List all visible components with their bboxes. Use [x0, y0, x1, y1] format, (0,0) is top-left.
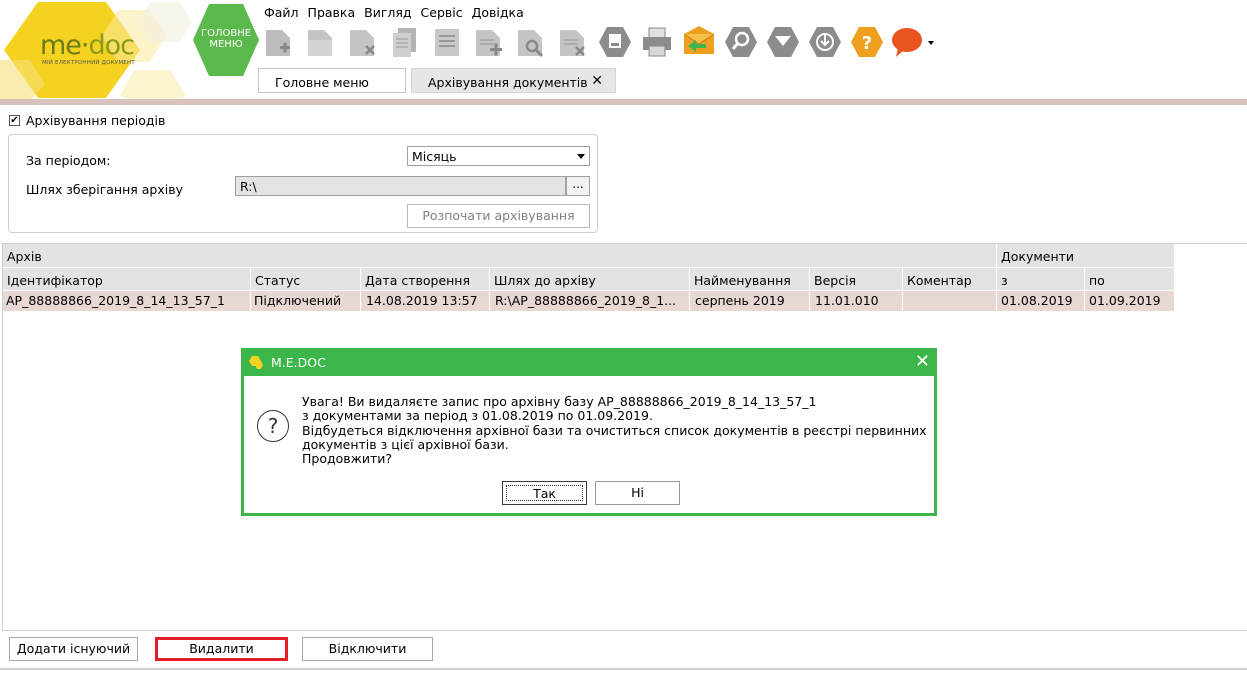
- help-icon[interactable]: ?: [850, 24, 884, 60]
- table-bottom-border: [3, 630, 1247, 631]
- yes-button-label: Так: [506, 485, 583, 501]
- archive-icon[interactable]: [598, 24, 632, 60]
- confirm-delete-dialog: M.E.DOC ✕ ? Увага! Ви видаляєте запис пр…: [241, 348, 937, 516]
- main-menu-label[interactable]: ГОЛОВНЕ МЕНЮ: [193, 28, 259, 50]
- menu-bar: Файл Правка Вигляд Сервіс Довідка: [264, 5, 533, 21]
- search-row-icon[interactable]: [514, 24, 548, 60]
- cell-comment: [903, 291, 997, 311]
- archive-periods-label: Архівування періодів: [26, 113, 166, 128]
- column-header-to[interactable]: по: [1085, 268, 1175, 291]
- dialog-message-line: Увага! Ви видаляєте запис про архівну ба…: [302, 394, 817, 409]
- filter-icon[interactable]: [766, 24, 800, 60]
- disconnect-button[interactable]: Відключити: [302, 637, 433, 661]
- dialog-message-line: з документами за період з 01.08.2019 по …: [302, 408, 653, 424]
- print-icon[interactable]: [640, 24, 674, 60]
- dialog-message-line: Відбудеться відключення архівної бази та…: [302, 422, 927, 438]
- column-header-path[interactable]: Шлях до архіву: [490, 268, 690, 291]
- status-bar-divider: [0, 668, 1247, 670]
- start-archiving-button: Розпочати архівування: [407, 204, 590, 228]
- period-select[interactable]: Місяць: [407, 146, 590, 166]
- archive-periods-checkbox[interactable]: ✔: [9, 115, 20, 126]
- tab-main-menu[interactable]: Головне меню: [258, 68, 406, 93]
- close-icon[interactable]: ✕: [915, 352, 930, 372]
- menu-edit[interactable]: Правка: [308, 5, 356, 21]
- send-icon[interactable]: [682, 24, 716, 60]
- add-existing-button[interactable]: Додати існуючий: [9, 637, 138, 661]
- main-menu-label-line1: ГОЛОВНЕ: [200, 28, 252, 39]
- app-header: me·doc МІЙ ЕЛЕКТРОННИЙ ДОКУМЕНТ ГОЛОВНЕ …: [0, 0, 1247, 105]
- edit-doc-icon[interactable]: [430, 24, 464, 60]
- new-doc-icon[interactable]: [262, 24, 296, 60]
- delete-doc-icon[interactable]: [346, 24, 380, 60]
- cell-status: Підключений: [251, 291, 361, 311]
- chevron-down-icon: [577, 154, 585, 159]
- question-icon: ?: [257, 410, 289, 442]
- add-row-icon[interactable]: [472, 24, 506, 60]
- column-header-version[interactable]: Версія: [810, 268, 903, 291]
- dialog-title: M.E.DOC: [271, 355, 326, 370]
- copy-doc-icon[interactable]: [388, 24, 422, 60]
- find-icon[interactable]: [724, 24, 758, 60]
- close-icon[interactable]: ✕: [591, 73, 603, 89]
- column-group-archive: Архів: [3, 244, 997, 268]
- archive-settings-panel: За періодом: Місяць Шлях зберігання архі…: [8, 134, 598, 233]
- archive-path-input[interactable]: R:\: [235, 176, 566, 196]
- column-header-id[interactable]: Ідентифікатор: [3, 268, 251, 291]
- column-header-created[interactable]: Дата створення: [361, 268, 490, 291]
- menu-view[interactable]: Вигляд: [364, 5, 411, 21]
- delete-row-icon[interactable]: [556, 24, 590, 60]
- menu-service[interactable]: Сервіс: [421, 5, 463, 21]
- cell-created: 14.08.2019 13:57: [361, 291, 490, 311]
- yes-button[interactable]: Так: [502, 481, 587, 505]
- browse-path-button[interactable]: ...: [566, 176, 590, 196]
- tab-archiving-label: Архівування документів: [428, 75, 588, 90]
- column-header-name[interactable]: Найменування: [690, 268, 810, 291]
- archive-path-label: Шлях зберігання архіву: [26, 182, 183, 197]
- open-doc-icon[interactable]: [304, 24, 338, 60]
- logo-me: me: [40, 30, 82, 61]
- medoc-logo-icon: [249, 356, 263, 369]
- menu-help[interactable]: Довідка: [472, 5, 524, 21]
- main-menu-label-line2: МЕНЮ: [209, 39, 243, 50]
- chat-icon[interactable]: [890, 24, 934, 60]
- logo-subtitle: МІЙ ЕЛЕКТРОННИЙ ДОКУМЕНТ: [42, 60, 135, 66]
- refresh-icon[interactable]: [808, 24, 842, 60]
- dialog-title-bar: M.E.DOC ✕: [244, 351, 934, 376]
- dialog-message-line: документів з цієї архівної бази.: [302, 436, 509, 452]
- cell-path: R:\AP_88888866_2019_8_1...: [490, 291, 690, 311]
- logo: me·doc: [40, 30, 136, 61]
- column-header-status[interactable]: Статус: [251, 268, 361, 291]
- dialog-message-line: Продовжити?: [302, 451, 393, 467]
- period-select-value: Місяць: [412, 149, 457, 164]
- cell-from: 01.08.2019: [997, 291, 1085, 311]
- column-header-comment[interactable]: Коментар: [903, 268, 997, 291]
- logo-doc: doc: [88, 30, 136, 61]
- tab-archiving[interactable]: Архівування документів ✕: [411, 68, 616, 93]
- dialog-message: Увага! Ви видаляєте запис про архівну ба…: [302, 394, 927, 467]
- cell-id: АР_88888866_2019_8_14_13_57_1: [3, 291, 251, 311]
- cell-to: 01.09.2019: [1085, 291, 1175, 311]
- cell-name: серпень 2019: [690, 291, 810, 311]
- menu-file[interactable]: Файл: [264, 5, 299, 21]
- no-button[interactable]: Ні: [595, 481, 680, 505]
- delete-button[interactable]: Видалити: [155, 637, 288, 661]
- column-group-documents: Документи: [997, 244, 1175, 268]
- column-header-from[interactable]: з: [997, 268, 1085, 291]
- svg-text:?: ?: [862, 33, 872, 54]
- header-divider: [0, 99, 1247, 105]
- cell-version: 11.01.010: [810, 291, 903, 311]
- archive-periods-checkbox-row[interactable]: ✔ Архівування періодів: [9, 113, 165, 128]
- period-label: За періодом:: [26, 153, 111, 168]
